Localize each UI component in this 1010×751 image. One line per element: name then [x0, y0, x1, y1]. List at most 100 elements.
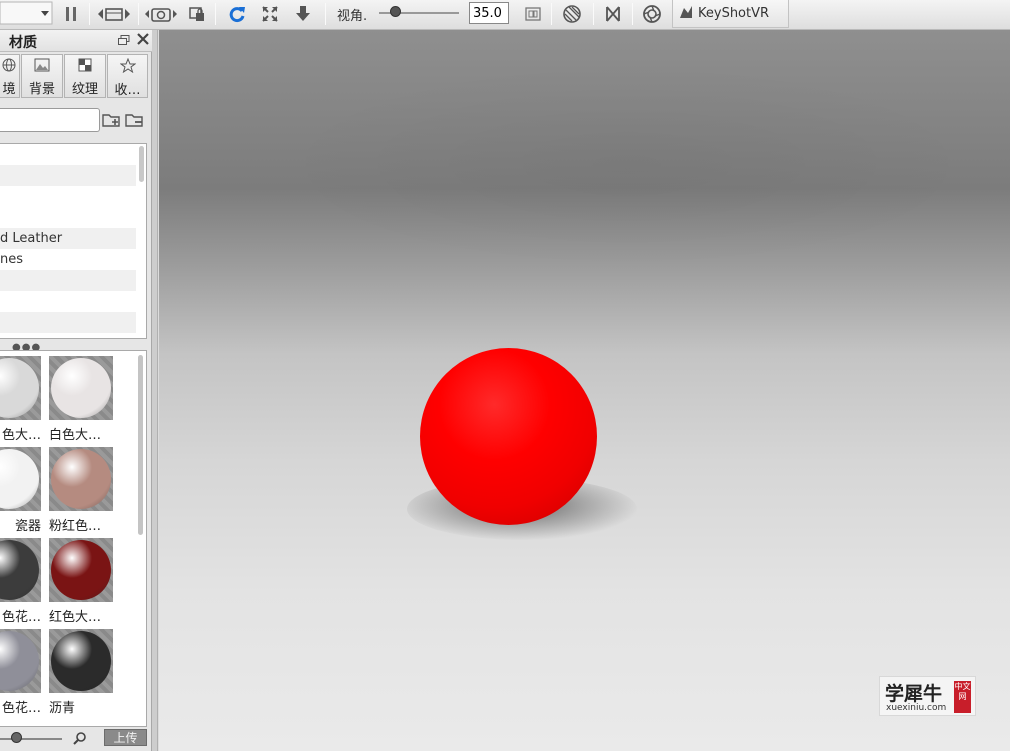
environment-backdrop	[159, 30, 1010, 330]
star-icon	[119, 57, 136, 77]
keyshotvr-button[interactable]: KeyShotVR	[672, 0, 789, 28]
material-thumbnail[interactable]: 色大…	[0, 356, 43, 446]
tree-row[interactable]	[0, 312, 136, 333]
material-ball	[51, 358, 111, 418]
vr-icon	[678, 4, 694, 24]
material-caption: 沥青	[49, 701, 76, 716]
material-preview	[0, 447, 41, 511]
tab-label: 境	[2, 82, 16, 97]
tree-scrollbar[interactable]	[139, 146, 144, 182]
search-input[interactable]	[0, 108, 100, 132]
fit-view-icon[interactable]	[259, 0, 281, 28]
material-preview	[49, 538, 113, 602]
toolbar-separator	[325, 3, 326, 25]
material-caption: 色花…	[1, 610, 41, 625]
watermark-en: xuexiniu.com	[886, 703, 947, 713]
lock-camera-icon[interactable]	[186, 0, 208, 28]
material-preview	[49, 447, 113, 511]
toolbar-separator	[138, 3, 139, 25]
tab-textures[interactable]: 纹理	[64, 54, 106, 98]
panel-header: 材质	[0, 30, 152, 52]
thumbnail-size-slider[interactable]	[0, 738, 62, 740]
material-ball	[51, 631, 111, 691]
upload-button[interactable]: 上传	[104, 729, 147, 746]
toolbar-separator	[215, 3, 216, 25]
material-caption: 红色大…	[49, 610, 102, 625]
tab-label: 收…	[114, 83, 141, 98]
checker-icon	[78, 58, 92, 76]
site-watermark-logo: 学犀牛 xuexiniu.com 中文网	[879, 676, 976, 716]
tree-row[interactable]	[0, 207, 136, 228]
pause-icon[interactable]	[60, 0, 82, 28]
material-thumbnail[interactable]: 沥青	[49, 629, 115, 719]
material-ball	[0, 358, 39, 418]
refresh-icon[interactable]	[226, 0, 248, 28]
render-sphere-icon[interactable]	[561, 0, 583, 28]
tree-row[interactable]	[0, 165, 136, 186]
material-thumbnail[interactable]: 色花…	[0, 538, 43, 628]
lens-settings-icon[interactable]	[522, 0, 544, 28]
tab-environment[interactable]: 境	[0, 54, 20, 98]
toolbar-separator	[632, 3, 633, 25]
material-thumbnail[interactable]: 白色大…	[49, 356, 115, 446]
material-caption: 瓷器	[14, 519, 41, 534]
material-preview	[0, 629, 41, 693]
fov-value-input[interactable]	[469, 2, 509, 24]
thumbnail-zoom: 上传	[0, 727, 152, 751]
tree-row[interactable]	[0, 291, 136, 312]
watermark-cn: 学犀牛	[885, 683, 943, 705]
toolbar-separator	[89, 3, 90, 25]
material-caption: 色大…	[1, 428, 41, 443]
tab-backplate[interactable]: 背景	[21, 54, 63, 98]
panel-splitter[interactable]	[152, 30, 158, 751]
tree-row[interactable]	[0, 144, 136, 165]
globe-icon	[2, 58, 16, 76]
material-preview	[0, 538, 41, 602]
folder-tree[interactable]: d Leather nes	[0, 143, 147, 339]
tree-row[interactable]	[0, 186, 136, 207]
drop-to-ground-icon[interactable]	[292, 0, 314, 28]
render-viewport[interactable]	[159, 30, 1010, 751]
float-panel-icon[interactable]	[118, 35, 130, 50]
keyshotvr-label: KeyShotVR	[698, 6, 770, 21]
toolbar-separator	[551, 3, 552, 25]
material-thumbnail[interactable]: 瓷器	[0, 447, 43, 537]
material-thumbnail[interactable]: 色花…	[0, 629, 43, 719]
tree-row[interactable]	[0, 270, 136, 291]
main-toolbar: 视角. KeyShotVR	[0, 0, 1010, 30]
material-thumbnail[interactable]: 粉红色…	[49, 447, 115, 537]
camera-prev-next-icon[interactable]	[96, 0, 132, 28]
screenshot-icon[interactable]	[143, 0, 179, 28]
toolbar-separator	[593, 3, 594, 25]
library-panel: 材质 境 背景 纹理 收… d Leather nes ●●● 色大… 白色大……	[0, 30, 152, 751]
material-ball	[0, 449, 39, 509]
tree-row[interactable]	[0, 333, 136, 338]
aperture-icon[interactable]	[641, 0, 663, 28]
tab-label: 背景	[28, 82, 55, 97]
material-ball	[0, 540, 39, 600]
magnifier-icon	[73, 731, 87, 749]
add-folder-icon[interactable]	[102, 112, 122, 132]
material-preview	[49, 356, 113, 420]
material-thumbnail[interactable]: 红色大…	[49, 538, 115, 628]
material-ball	[0, 631, 39, 691]
close-icon[interactable]	[137, 33, 149, 49]
dropdown-arrow-button[interactable]	[0, 0, 54, 28]
tab-favorites[interactable]: 收…	[107, 54, 148, 98]
material-preview	[0, 356, 41, 420]
material-caption: 白色大…	[49, 428, 102, 443]
red-sphere-model[interactable]	[420, 348, 597, 525]
material-caption: 色花…	[1, 701, 41, 716]
geometry-view-icon[interactable]	[602, 0, 624, 28]
material-grid-scrollbar[interactable]	[138, 355, 143, 535]
fov-slider-handle[interactable]	[390, 6, 401, 17]
thumbnail-size-handle[interactable]	[10, 732, 22, 743]
remove-folder-icon[interactable]	[125, 112, 145, 132]
tree-row[interactable]: nes	[0, 249, 136, 270]
image-icon	[34, 58, 50, 76]
material-grid: 色大… 白色大… 瓷器 粉红色… 色花… 红色大… 色花… 沥青	[0, 350, 147, 727]
tree-row[interactable]: d Leather	[0, 228, 136, 249]
material-ball	[51, 449, 111, 509]
tab-label: 纹理	[71, 82, 98, 97]
material-preview	[49, 629, 113, 693]
